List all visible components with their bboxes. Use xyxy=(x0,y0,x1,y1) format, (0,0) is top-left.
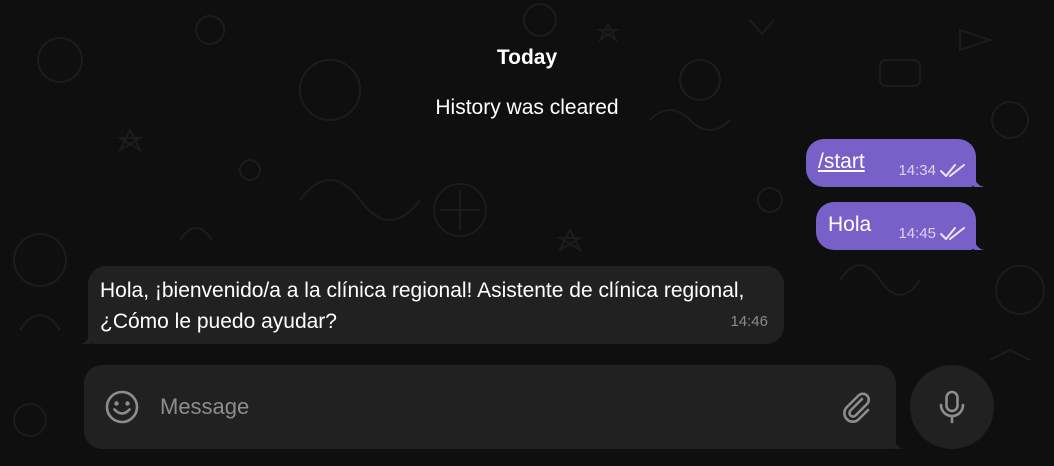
message-input[interactable] xyxy=(160,387,820,427)
bubble-tail xyxy=(974,238,986,250)
history-cleared-notice: History was cleared xyxy=(435,96,619,119)
outgoing-message[interactable]: /start 14:34 xyxy=(806,139,976,187)
date-separator: Today xyxy=(496,46,558,69)
message-text: Hola xyxy=(828,213,872,236)
message-text: Hola, ¡bienvenido/a a la clínica regiona… xyxy=(100,279,745,333)
message-time: 14:34 xyxy=(898,162,936,179)
message-text[interactable]: /start xyxy=(818,150,865,174)
double-check-icon xyxy=(940,227,965,240)
microphone-icon xyxy=(939,390,965,424)
chat-window: Today History was cleared /start 14:34 H… xyxy=(0,0,1054,466)
bubble-tail xyxy=(78,332,90,344)
voice-record-button[interactable] xyxy=(910,365,994,449)
message-composer xyxy=(84,365,896,449)
paperclip-icon[interactable] xyxy=(838,389,874,425)
composer-tail xyxy=(894,437,906,449)
smile-icon[interactable] xyxy=(104,389,140,425)
bubble-tail xyxy=(974,175,986,187)
outgoing-message[interactable]: Hola 14:45 xyxy=(816,202,976,250)
message-time: 14:45 xyxy=(898,225,936,242)
message-time: 14:46 xyxy=(730,313,768,330)
incoming-message[interactable]: Hola, ¡bienvenido/a a la clínica regiona… xyxy=(88,266,784,344)
double-check-icon xyxy=(940,164,965,177)
